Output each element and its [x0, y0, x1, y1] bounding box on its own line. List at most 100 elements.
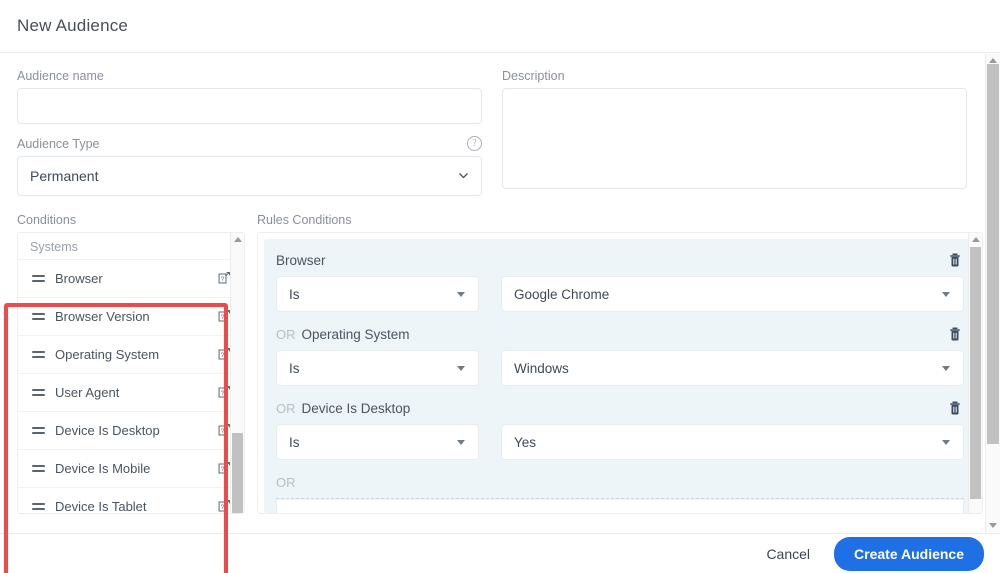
trash-icon[interactable] — [948, 326, 962, 342]
caret-down-icon — [457, 366, 465, 371]
audience-name-input[interactable] — [17, 88, 482, 124]
condition-item-label: Device Is Mobile — [55, 461, 151, 476]
rules-group-container: Browser Is Google Chrome OR Operating System… — [264, 239, 976, 513]
drag-handle-icon[interactable] — [32, 387, 45, 399]
drag-handle-icon[interactable] — [32, 273, 45, 285]
condition-item-device-is-mobile[interactable]: Device Is Mobile? — [18, 449, 244, 487]
caret-down-icon — [457, 292, 465, 297]
svg-text:?: ? — [221, 352, 225, 359]
page-title: New Audience — [17, 16, 129, 35]
modal-footer: Cancel Create Audience — [0, 533, 1000, 573]
rule-or-label: OR — [276, 400, 296, 416]
lower-section: Conditions Systems Browser? Browser Versi… — [17, 213, 983, 514]
trash-icon[interactable] — [948, 400, 962, 416]
scroll-up-arrow-icon[interactable] — [989, 58, 997, 63]
right-form-column: Description — [502, 69, 967, 196]
condition-item-device-is-tablet[interactable]: Device Is Tablet? — [18, 487, 244, 514]
rule-value-wrap: Windows — [501, 350, 964, 386]
trash-icon[interactable] — [948, 252, 962, 268]
rule-group-header: OR Device Is Desktop — [276, 397, 964, 419]
chevron-down-icon — [459, 173, 468, 179]
rule-operator-select[interactable]: Is — [276, 424, 479, 460]
rule-operator-wrap: Is — [276, 350, 479, 386]
rule-value-select[interactable]: Windows — [501, 350, 964, 386]
svg-text:?: ? — [221, 276, 225, 283]
rule-value-value: Windows — [514, 360, 569, 376]
conditions-scrollbar[interactable] — [230, 233, 244, 513]
rules-scrollbar[interactable] — [968, 233, 982, 513]
rule-dropzone[interactable] — [276, 498, 964, 513]
rule-operator-value: Is — [289, 286, 300, 302]
rule-group-title: Device Is Desktop — [301, 400, 411, 416]
rule-value-wrap: Yes — [501, 424, 964, 460]
conditions-group-title: Systems — [30, 240, 78, 254]
conditions-scrollbar-thumb[interactable] — [232, 433, 243, 513]
conditions-list: Browser? Browser Version? Operating System… — [18, 259, 244, 514]
rule-controls: Is Windows — [276, 350, 964, 386]
audience-type-label-line: Audience Type ? — [17, 136, 482, 151]
page-scrollbar[interactable] — [985, 54, 1000, 532]
help-circle-icon[interactable]: ? — [467, 136, 482, 151]
conditions-caption: Conditions — [17, 213, 77, 227]
caret-down-icon — [457, 440, 465, 445]
rule-or-label: OR — [276, 326, 296, 342]
drag-handle-icon[interactable] — [32, 349, 45, 361]
rule-group-header: Browser — [276, 249, 964, 271]
rule-value-value: Yes — [514, 434, 537, 450]
rule-group-header: OR Operating System — [276, 323, 964, 345]
rule-group-title: Operating System — [301, 326, 410, 342]
condition-item-browser-version[interactable]: Browser Version? — [18, 297, 244, 335]
rule-controls: Is Yes — [276, 424, 964, 460]
scroll-up-arrow-icon[interactable] — [972, 237, 980, 242]
rule-value-wrap: Google Chrome — [501, 276, 964, 312]
modal-body: Audience name Audience Type ? Permanent … — [0, 53, 1000, 573]
audience-type-select[interactable]: Permanent — [17, 156, 482, 196]
caret-down-icon — [942, 440, 950, 445]
condition-item-label: User Agent — [55, 385, 120, 400]
rule-operator-wrap: Is — [276, 424, 479, 460]
scroll-up-arrow-icon[interactable] — [234, 237, 242, 242]
rules-scrollbar-thumb[interactable] — [970, 247, 981, 499]
rule-value-select[interactable]: Google Chrome — [501, 276, 964, 312]
rule-operator-wrap: Is — [276, 276, 479, 312]
create-audience-button[interactable]: Create Audience — [834, 536, 984, 571]
condition-item-label: Device Is Desktop — [55, 423, 160, 438]
condition-item-label: Browser Version — [55, 309, 150, 324]
caret-down-icon — [942, 366, 950, 371]
condition-item-device-is-desktop[interactable]: Device Is Desktop? — [18, 411, 244, 449]
drag-handle-icon[interactable] — [32, 425, 45, 437]
condition-item-operating-system[interactable]: Operating System? — [18, 335, 244, 373]
left-form-column: Audience name Audience Type ? Permanent — [17, 69, 482, 196]
rule-value-select[interactable]: Yes — [501, 424, 964, 460]
rule-operator-select[interactable]: Is — [276, 350, 479, 386]
rule-dropzone-inner[interactable] — [276, 500, 964, 513]
condition-item-browser[interactable]: Browser? — [18, 259, 244, 297]
rule-operator-select[interactable]: Is — [276, 276, 479, 312]
description-label: Description — [502, 69, 565, 83]
audience-name-label: Audience name — [17, 69, 104, 83]
condition-item-label: Operating System — [55, 347, 160, 362]
svg-text:?: ? — [221, 504, 225, 511]
rules-column: Rules Conditions Browser Is Google Chrome O… — [257, 213, 983, 514]
condition-item-label: Device Is Tablet — [55, 499, 147, 514]
drag-handle-icon[interactable] — [32, 501, 45, 513]
svg-text:?: ? — [221, 428, 225, 435]
top-form-row: Audience name Audience Type ? Permanent … — [17, 53, 983, 196]
condition-item-user-agent[interactable]: User Agent? — [18, 373, 244, 411]
svg-text:?: ? — [221, 314, 225, 321]
conditions-column: Conditions Systems Browser? Browser Versi… — [17, 213, 245, 514]
cancel-button[interactable]: Cancel — [758, 540, 818, 568]
page-scrollbar-thumb[interactable] — [987, 64, 999, 444]
svg-text:?: ? — [221, 390, 225, 397]
drag-handle-icon[interactable] — [32, 463, 45, 475]
description-textarea[interactable] — [502, 88, 967, 189]
drag-handle-icon[interactable] — [32, 311, 45, 323]
rule-value-value: Google Chrome — [514, 286, 610, 302]
scroll-down-arrow-icon[interactable] — [989, 523, 997, 528]
rule-controls: Is Google Chrome — [276, 276, 964, 312]
rule-operator-value: Is — [289, 434, 300, 450]
rule-group-title: Browser — [276, 252, 326, 268]
rules-panel: Browser Is Google Chrome OR Operating System… — [257, 232, 983, 514]
rule-dropzone-header: OR — [276, 471, 964, 493]
rules-caption: Rules Conditions — [257, 213, 352, 227]
